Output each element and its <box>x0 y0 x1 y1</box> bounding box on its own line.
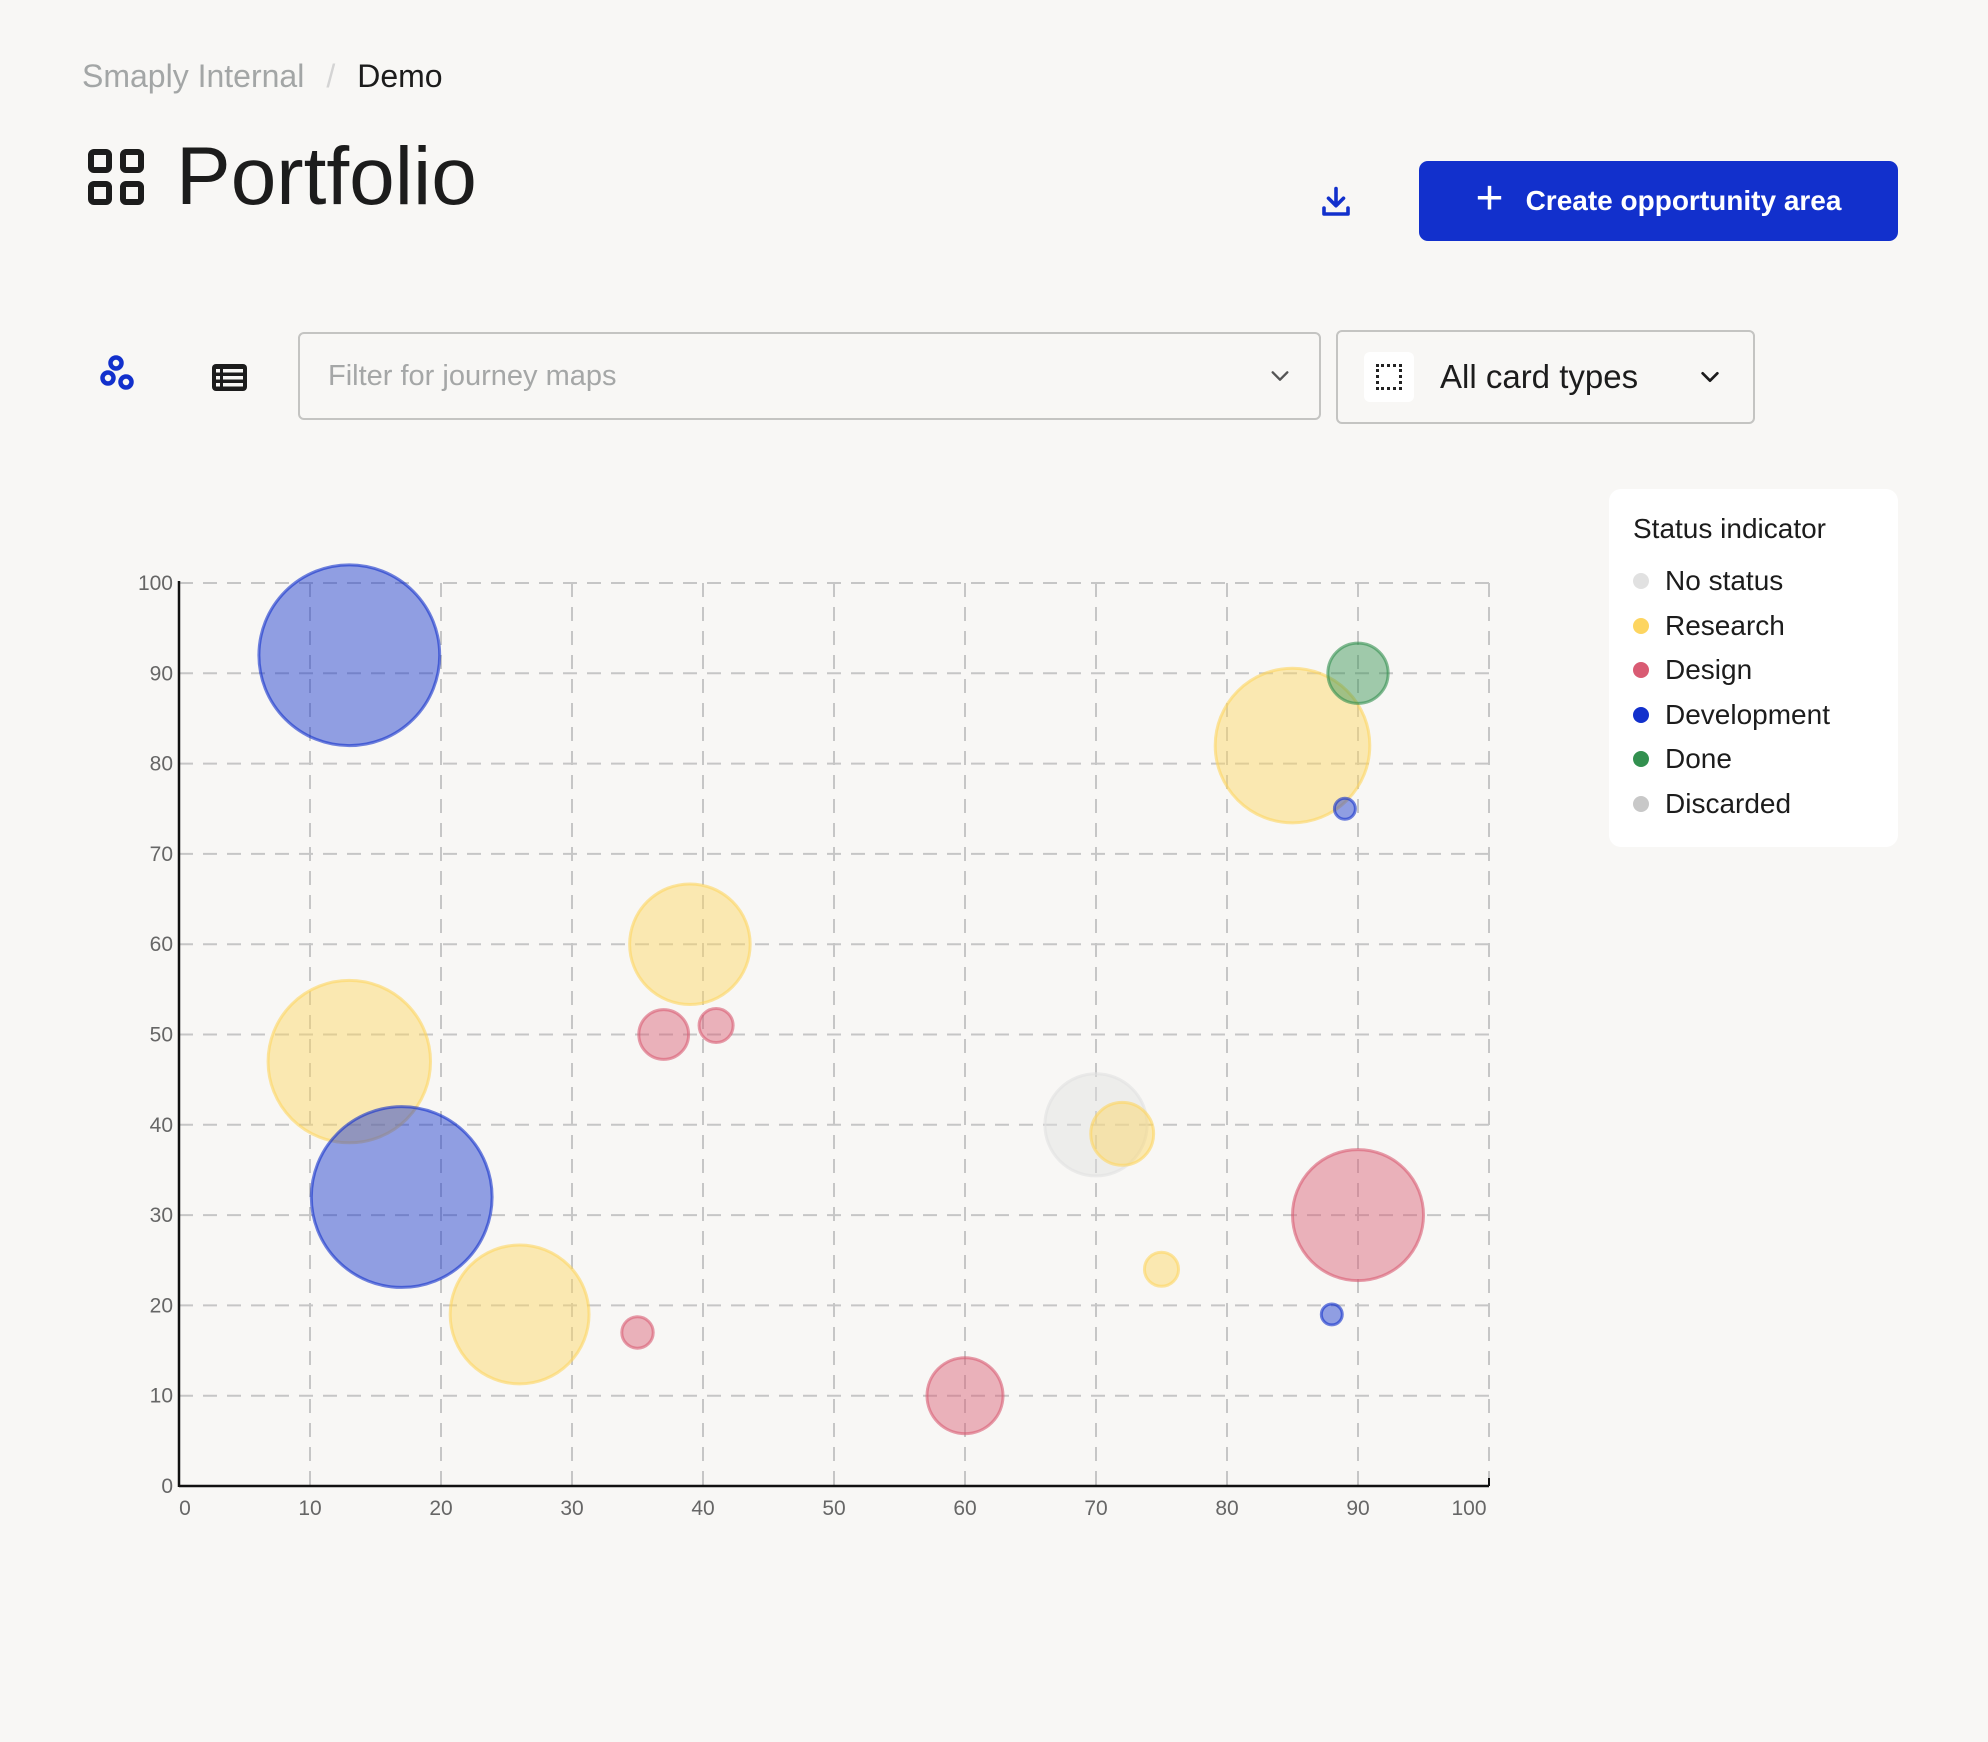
y-tick-label: 10 <box>150 1385 173 1408</box>
y-tick-label: 80 <box>150 753 173 776</box>
bubble-design[interactable] <box>925 1356 1005 1436</box>
bubble-design[interactable] <box>620 1315 655 1350</box>
bubble-development[interactable] <box>309 1105 494 1289</box>
x-tick-label: 50 <box>822 1497 845 1520</box>
bubble-done[interactable] <box>1326 641 1390 705</box>
bubble-design[interactable] <box>697 1006 735 1044</box>
y-tick-label: 50 <box>150 1024 173 1047</box>
y-tick-label: 60 <box>150 933 173 956</box>
bubble-design[interactable] <box>637 1008 691 1061</box>
y-tick-label: 100 <box>138 572 173 595</box>
x-tick-label: 30 <box>560 1497 583 1520</box>
x-tick-label: 80 <box>1215 1497 1238 1520</box>
y-tick-label: 90 <box>150 662 173 685</box>
bubble-research[interactable] <box>1142 1250 1181 1288</box>
y-tick-label: 40 <box>150 1114 173 1137</box>
x-tick-label: 70 <box>1084 1497 1107 1520</box>
bubble-research[interactable] <box>448 1243 591 1386</box>
x-tick-label: 10 <box>298 1497 321 1520</box>
x-tick-label: 60 <box>953 1497 976 1520</box>
bubble-research[interactable] <box>1089 1100 1156 1167</box>
bubble-development[interactable] <box>1319 1302 1344 1327</box>
x-tick-label: 100 <box>1451 1497 1486 1520</box>
x-tick-label: 20 <box>429 1497 452 1520</box>
bubble-development[interactable] <box>1332 796 1357 821</box>
y-tick-label: 20 <box>150 1294 173 1317</box>
y-tick-label: 30 <box>150 1204 173 1227</box>
bubble-design[interactable] <box>1291 1148 1425 1283</box>
bubble-development[interactable] <box>257 563 442 748</box>
x-tick-label: 40 <box>691 1497 714 1520</box>
y-tick-label: 0 <box>161 1475 173 1498</box>
y-tick-label: 70 <box>150 843 173 866</box>
bubble-chart: 0 10 20 30 40 50 60 70 80 90 100 0 10 20 30 40 50 60 70 80 9… <box>138 563 1490 1520</box>
x-tick-label: 0 <box>179 1497 191 1520</box>
bubble-research[interactable] <box>628 882 752 1006</box>
x-tick-label: 90 <box>1346 1497 1369 1520</box>
